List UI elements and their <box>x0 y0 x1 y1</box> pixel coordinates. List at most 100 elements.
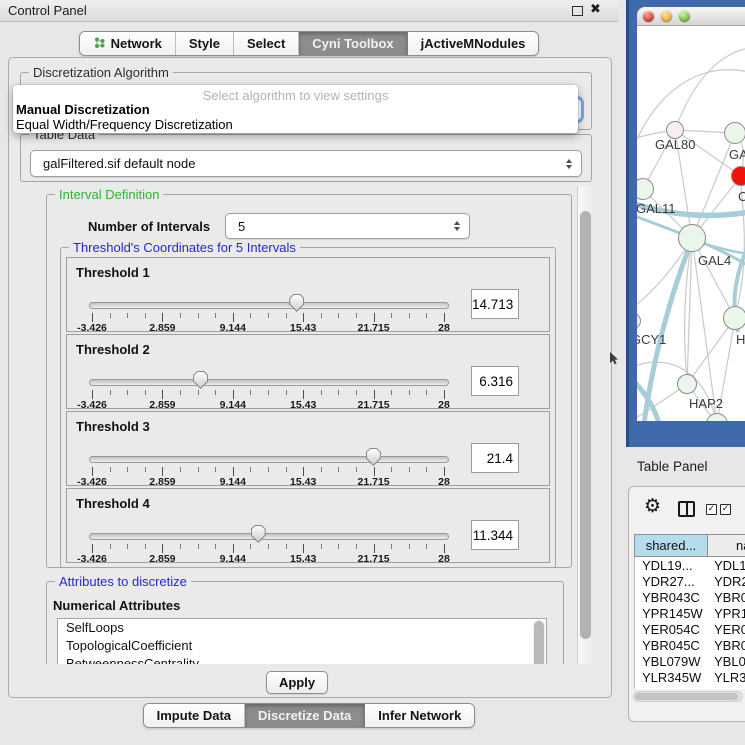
tick-label: 9.144 <box>220 322 246 334</box>
tab-select[interactable]: Select <box>234 32 299 55</box>
algorithm-option-list: Manual DiscretizationEqual Width/Frequen… <box>13 102 578 132</box>
table-cell: YDR27... <box>635 574 709 589</box>
network-node[interactable] <box>724 122 745 144</box>
column-header[interactable]: shared... <box>634 534 708 557</box>
zoom-traffic-light[interactable] <box>679 11 690 22</box>
columns-icon[interactable] <box>678 501 695 517</box>
apply-button[interactable]: Apply <box>266 671 328 694</box>
attribute-items: SelfLoopsTopologicalCoefficientBetweenne… <box>58 619 546 664</box>
tick-label: 2.859 <box>149 476 175 488</box>
checkbox-icon[interactable]: ✓ <box>720 504 731 515</box>
slider-thumb[interactable] <box>366 448 381 466</box>
tick-label: -3.426 <box>77 322 107 334</box>
tab-discretize-data[interactable]: Discretize Data <box>245 704 365 727</box>
tab-style[interactable]: Style <box>176 32 234 55</box>
numerical-attributes-list[interactable]: SelfLoopsTopologicalCoefficientBetweenne… <box>57 618 547 664</box>
number-of-intervals-combobox[interactable]: 5 <box>225 213 470 239</box>
network-node[interactable] <box>678 224 706 252</box>
tick-label: 21.715 <box>358 399 390 411</box>
table-row[interactable]: YBR045CYBR0 <box>635 637 745 653</box>
table-cell: YBR043C <box>635 590 709 605</box>
threshold-value-field[interactable]: 11.344 <box>471 520 519 550</box>
bottom-tabs: Impute DataDiscretize Data Infer Network <box>143 703 476 728</box>
table-scrollbar-thumb[interactable] <box>635 693 738 700</box>
attribute-item[interactable]: BetweennessCentrality <box>58 655 546 664</box>
tick-label: 9.144 <box>220 476 246 488</box>
table-row[interactable]: YLR345WYLR3 <box>635 669 745 685</box>
algorithm-placeholder: Select algorithm to view settings <box>13 85 578 102</box>
tick <box>426 390 427 395</box>
network-node[interactable] <box>731 166 745 186</box>
tick <box>444 313 445 322</box>
tab-label: Infer Network <box>378 708 461 723</box>
tick <box>198 467 199 472</box>
algorithm-option[interactable]: Manual Discretization <box>13 102 578 117</box>
table-row[interactable]: YBR043CYBR0 <box>635 589 745 605</box>
network-icon <box>93 36 106 52</box>
tab-cyni-toolbox[interactable]: Cyni Toolbox <box>299 32 407 55</box>
tick <box>92 313 93 322</box>
table-row[interactable]: YBL079WYBL0 <box>635 653 745 669</box>
screen: Control Panel ✖ NetworkStyleSelectCyni T… <box>0 0 745 745</box>
slider-track[interactable] <box>89 456 449 463</box>
tab-jactivemnodules[interactable]: jActiveMNodules <box>408 32 539 55</box>
tick-labels: -3.4262.8599.14415.4321.71528 <box>92 322 444 333</box>
minimize-traffic-light[interactable] <box>661 11 672 22</box>
float-window-icon[interactable] <box>572 6 583 16</box>
close-traffic-light[interactable] <box>643 11 654 22</box>
table-horizontal-scrollbar[interactable] <box>633 691 743 702</box>
tick <box>321 467 322 472</box>
tick <box>374 544 375 553</box>
tab-network[interactable]: Network <box>80 32 176 55</box>
slider-track[interactable] <box>89 302 449 309</box>
checkbox-icon[interactable]: ✓ <box>706 504 717 515</box>
table-body[interactable]: YDL19...YDL1YDR27...YDR2YBR043CYBR0YPR14… <box>634 557 745 689</box>
threshold-value-field[interactable]: 14.713 <box>471 289 519 319</box>
tick <box>198 544 199 549</box>
threshold-label: Threshold 4 <box>76 496 150 511</box>
column-header[interactable]: na <box>708 534 745 557</box>
slider-thumb[interactable] <box>289 294 304 312</box>
tick <box>409 390 410 395</box>
table-row[interactable]: YIL052CYIL0 <box>635 685 745 689</box>
threshold-panels: Threshold 1-3.4262.8599.14415.4321.71528… <box>66 257 550 565</box>
table-cell: YDL19... <box>635 558 709 573</box>
slider-track[interactable] <box>89 533 449 540</box>
node-label: HAP2 <box>689 396 723 411</box>
attributes-scrollbar-thumb[interactable] <box>534 621 544 664</box>
threshold-value-field[interactable]: 6.316 <box>471 366 519 396</box>
network-node[interactable] <box>677 374 697 394</box>
gear-icon[interactable]: ⚙ <box>644 497 661 516</box>
tick <box>127 467 128 472</box>
tab-label: Network <box>111 36 162 51</box>
tab-infer-network[interactable]: Infer Network <box>365 704 474 727</box>
tick <box>250 313 251 318</box>
table-row[interactable]: YDL19...YDL1 <box>635 557 745 573</box>
tick <box>444 390 445 399</box>
attribute-item[interactable]: SelfLoops <box>58 619 546 637</box>
close-icon[interactable]: ✖ <box>590 2 601 17</box>
slider-track[interactable] <box>89 379 449 386</box>
top-tab-bar: Network StyleSelect Cyni Toolbox jActiveMNo… <box>0 31 618 56</box>
tick <box>233 390 234 399</box>
tick <box>303 390 304 399</box>
table-row[interactable]: YER054CYER0 <box>635 621 745 637</box>
tab-label: Cyni Toolbox <box>312 36 393 51</box>
settings-scrollbar-thumb[interactable] <box>580 211 591 639</box>
table-data-combobox[interactable]: galFiltered.sif default node <box>30 150 582 177</box>
network-canvas[interactable]: GAL80GACGAL11GAL4GCY1HHAP2 <box>637 26 745 421</box>
algorithm-option[interactable]: Equal Width/Frequency Discretization <box>13 117 578 132</box>
attribute-item[interactable]: TopologicalCoefficient <box>58 637 546 655</box>
tab-impute-data[interactable]: Impute Data <box>144 704 245 727</box>
slider-thumb[interactable] <box>193 371 208 389</box>
node-label: C <box>738 189 745 204</box>
attributes-scrollbar[interactable] <box>533 620 545 664</box>
network-node[interactable] <box>723 306 745 330</box>
threshold-value-field[interactable]: 21.4 <box>471 443 519 473</box>
tick-label: 28 <box>438 399 450 411</box>
slider-thumb[interactable] <box>251 525 266 543</box>
table-row[interactable]: YPR145WYPR1 <box>635 605 745 621</box>
table-cell: YER054C <box>635 622 709 637</box>
table-row[interactable]: YDR27...YDR2 <box>635 573 745 589</box>
tick-label: 9.144 <box>220 399 246 411</box>
